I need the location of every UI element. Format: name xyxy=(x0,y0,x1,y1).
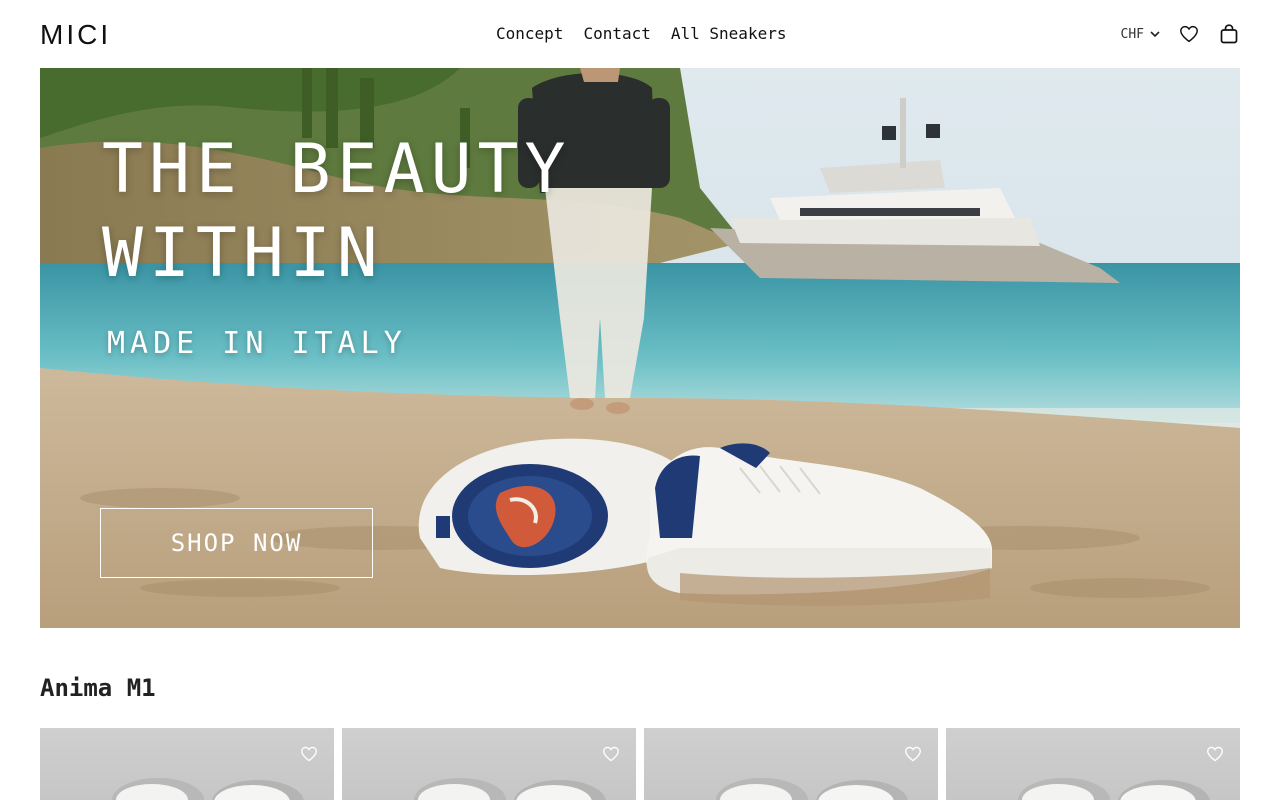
site-header: MICI Concept Contact All Sneakers CHF xyxy=(0,0,1280,68)
heart-icon[interactable] xyxy=(1206,746,1224,764)
section-title: Anima M1 xyxy=(40,674,156,702)
main-nav: Concept Contact All Sneakers xyxy=(496,24,786,44)
nav-link-concept[interactable]: Concept xyxy=(496,24,563,44)
heart-icon[interactable] xyxy=(1178,23,1200,45)
hero-title-line-2: WITHIN xyxy=(102,214,384,293)
hero-title: THE BEAUTY WITHIN xyxy=(102,128,571,296)
shop-now-button[interactable]: SHOP NOW xyxy=(100,508,373,578)
nav-link-contact[interactable]: Contact xyxy=(583,24,650,44)
product-grid xyxy=(40,728,1240,800)
nav-link-all-sneakers[interactable]: All Sneakers xyxy=(671,24,787,44)
product-image xyxy=(1018,778,1210,800)
hero-subtitle: MADE IN ITALY xyxy=(107,326,407,361)
currency-selector[interactable]: CHF xyxy=(1121,27,1160,42)
heart-icon[interactable] xyxy=(904,746,922,764)
heart-icon[interactable] xyxy=(602,746,620,764)
heart-icon[interactable] xyxy=(300,746,318,764)
product-card[interactable] xyxy=(644,728,938,800)
hero-title-line-1: THE BEAUTY xyxy=(102,130,572,209)
product-card[interactable] xyxy=(946,728,1240,800)
hero-banner: THE BEAUTY WITHIN MADE IN ITALY SHOP NOW xyxy=(40,68,1240,628)
product-card[interactable] xyxy=(40,728,334,800)
shopping-bag-icon[interactable] xyxy=(1218,23,1240,45)
product-image xyxy=(112,778,304,800)
brand-logo[interactable]: MICI xyxy=(40,21,111,49)
header-actions: CHF xyxy=(1121,22,1240,46)
product-card[interactable] xyxy=(342,728,636,800)
currency-label: CHF xyxy=(1120,26,1144,42)
chevron-down-icon xyxy=(1150,27,1160,42)
product-image xyxy=(414,778,606,800)
product-image xyxy=(716,778,908,800)
